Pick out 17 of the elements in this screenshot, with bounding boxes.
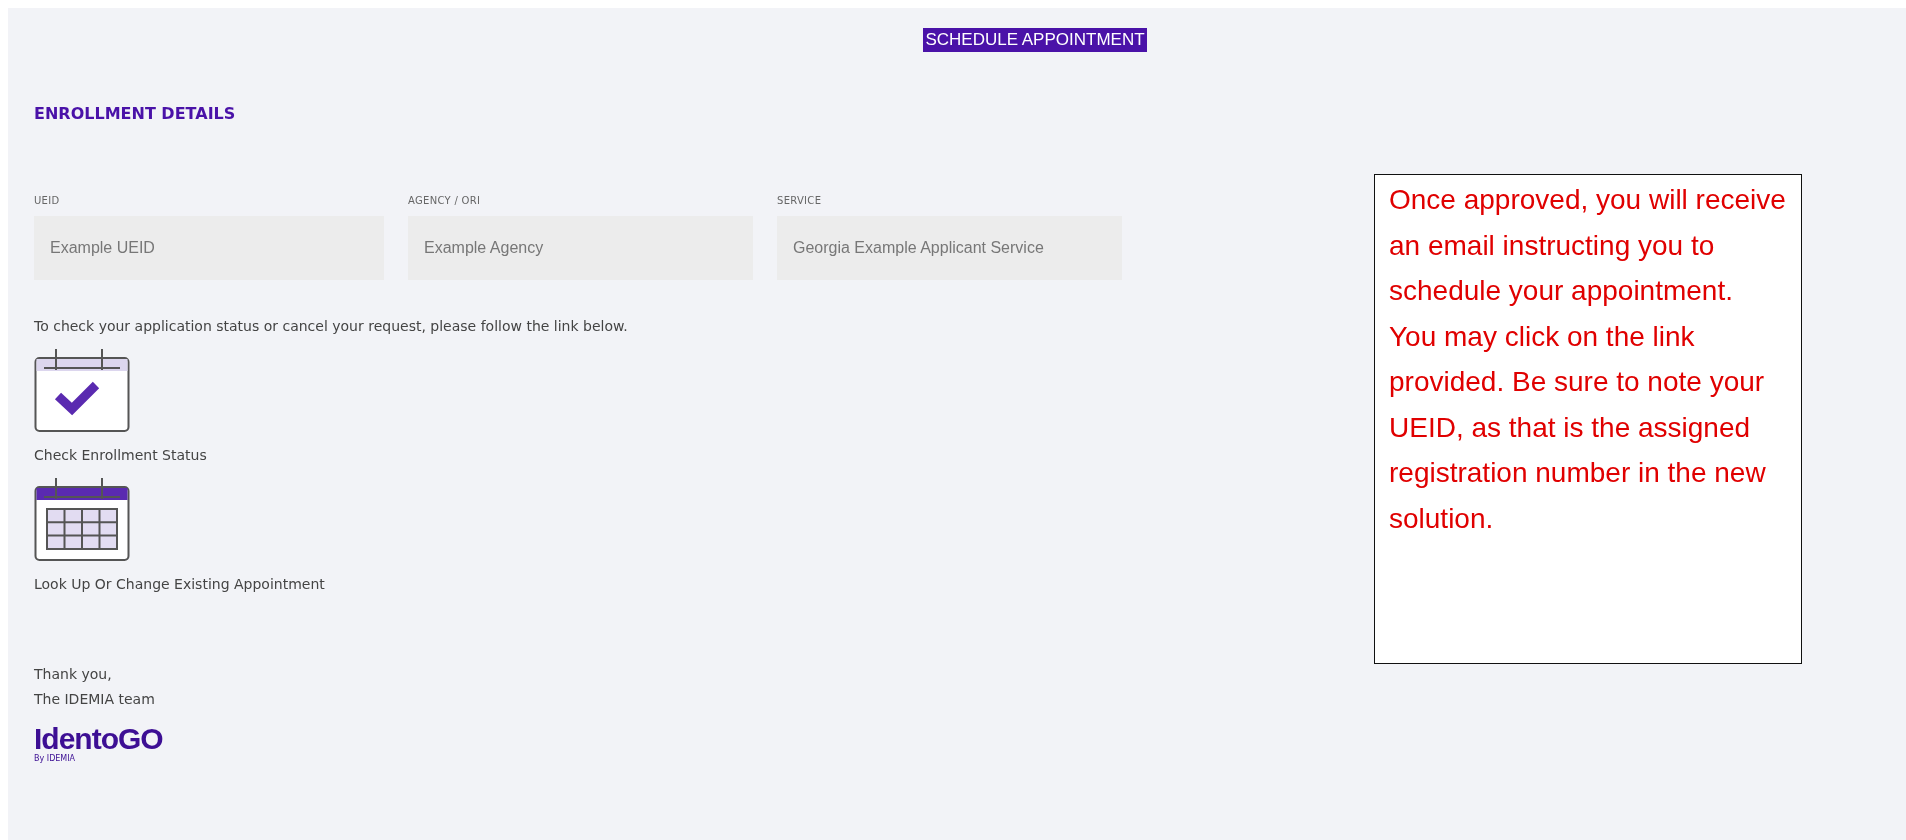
note-callout: Once approved, you will receive an email instructing you to schedule your appointment. You may click on the link provided. Be sure to note your UEID, as that is the assigned registration number in the new solution.	[1374, 174, 1802, 664]
field-label: SERVICE	[777, 195, 823, 206]
link[interactable]: Look Up Or Change Existing Appointment	[34, 576, 325, 592]
input-field[interactable]: Georgia Example Applicant Service	[777, 216, 1122, 280]
field-label: AGENCY / ORI	[408, 195, 482, 206]
signoff-text: Thank you,	[34, 665, 113, 684]
field-label: UEID	[34, 195, 61, 206]
calendar-check-icon[interactable]	[34, 346, 130, 433]
section-title: ENROLLMENT DETAILS	[34, 104, 237, 123]
brand-logo: IdentoGO By IDEMIA	[34, 724, 163, 763]
calendar-grid-icon[interactable]	[34, 475, 130, 562]
instruction-text: To check your application status or cancel your request, please follow the link below.	[34, 318, 629, 334]
link[interactable]: Check Enrollment Status	[34, 447, 207, 463]
input-field[interactable]: Example UEID	[34, 216, 384, 280]
signoff-text: The IDEMIA team	[34, 690, 156, 709]
input-field[interactable]: Example Agency	[408, 216, 753, 280]
page-title: SCHEDULE APPOINTMENT	[923, 28, 1147, 52]
